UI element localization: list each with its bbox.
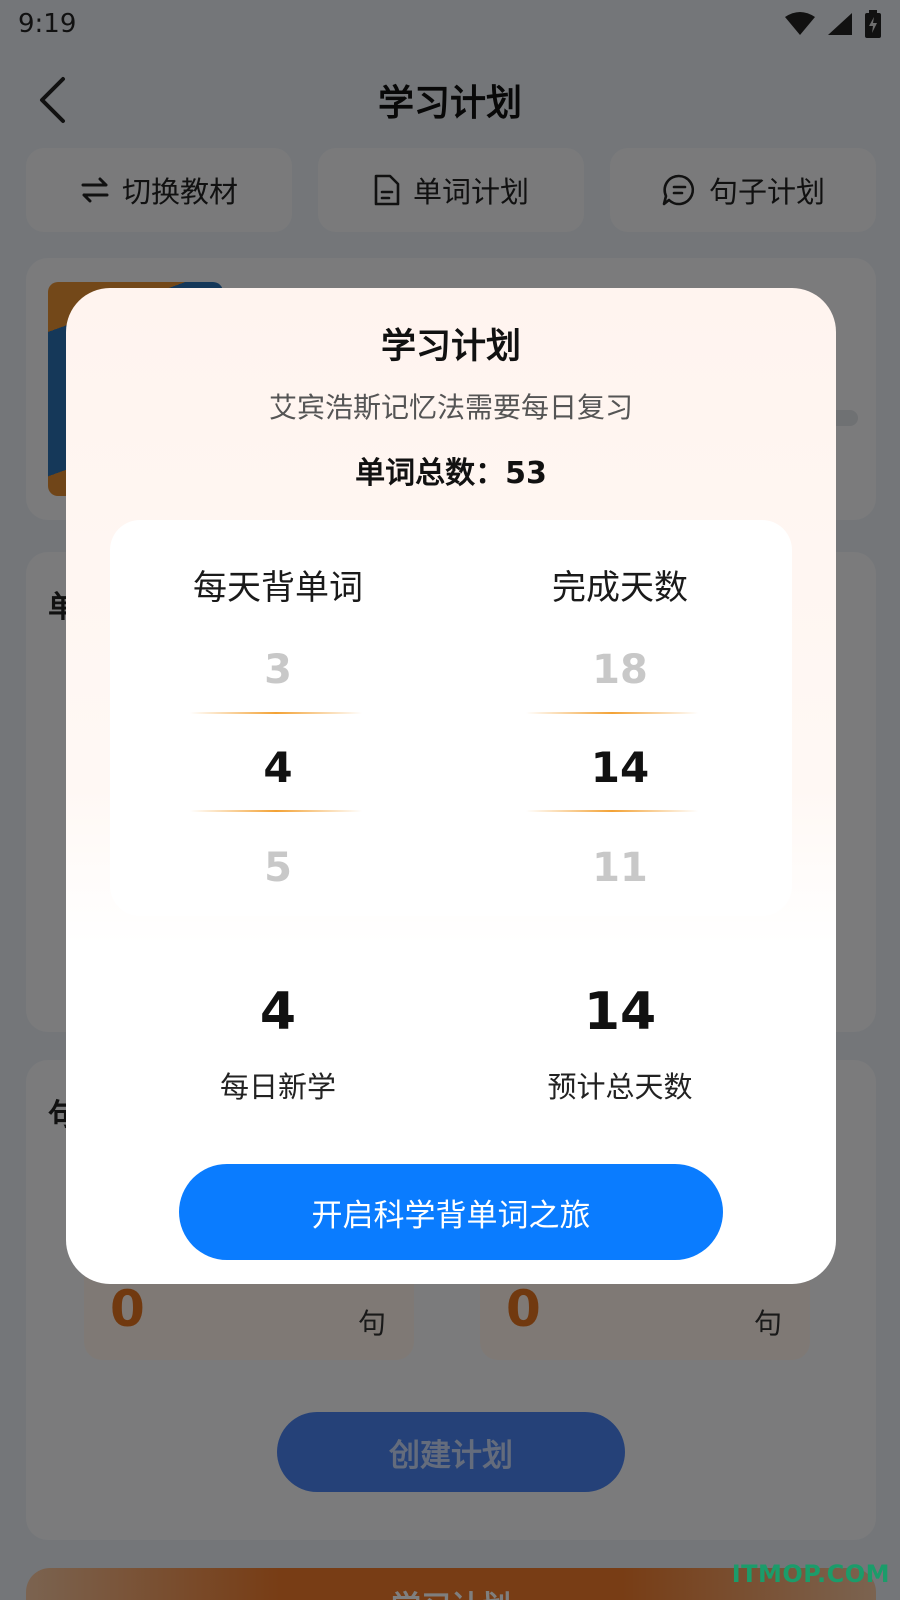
daily-words-picker[interactable]: 每天背单词 3 4 5 — [128, 520, 428, 916]
study-plan-modal: 学习计划 艾宾浩斯记忆法需要每日复习 单词总数：53 每天背单词 3 4 5 完… — [66, 288, 836, 1284]
picker-header: 每天背单词 — [193, 568, 363, 608]
picker-highlight-line — [526, 712, 698, 714]
plan-picker: 每天背单词 3 4 5 完成天数 18 14 11 — [110, 520, 792, 916]
total-days-summary: 14 预计总天数 — [470, 956, 770, 1124]
watermark: ITMOP.COM — [731, 1560, 890, 1588]
picker-selected[interactable]: 14 — [470, 747, 770, 789]
picker-highlight-line — [190, 712, 362, 714]
picker-highlight-line — [526, 810, 698, 812]
modal-title: 学习计划 — [380, 327, 521, 367]
picker-option[interactable]: 5 — [128, 848, 428, 888]
picker-option[interactable]: 3 — [128, 650, 428, 690]
days-picker[interactable]: 完成天数 18 14 11 — [470, 520, 770, 916]
start-learning-button[interactable]: 开启科学背单词之旅 — [179, 1164, 723, 1260]
summary-value: 14 — [583, 982, 657, 1042]
modal-subtitle: 艾宾浩斯记忆法需要每日复习 — [268, 391, 633, 424]
summary-label: 每日新学 — [219, 1070, 336, 1104]
total-words: 单词总数：53 — [355, 456, 547, 491]
picker-header: 完成天数 — [552, 568, 688, 608]
picker-selected[interactable]: 4 — [128, 747, 428, 789]
daily-new-summary: 4 每日新学 — [128, 956, 428, 1124]
picker-highlight-line — [190, 810, 362, 812]
plan-summary: 4 每日新学 14 预计总天数 — [110, 956, 792, 1124]
picker-option[interactable]: 11 — [470, 848, 770, 888]
summary-label: 预计总天数 — [547, 1070, 693, 1104]
summary-value: 4 — [259, 982, 297, 1042]
picker-option[interactable]: 18 — [470, 650, 770, 690]
